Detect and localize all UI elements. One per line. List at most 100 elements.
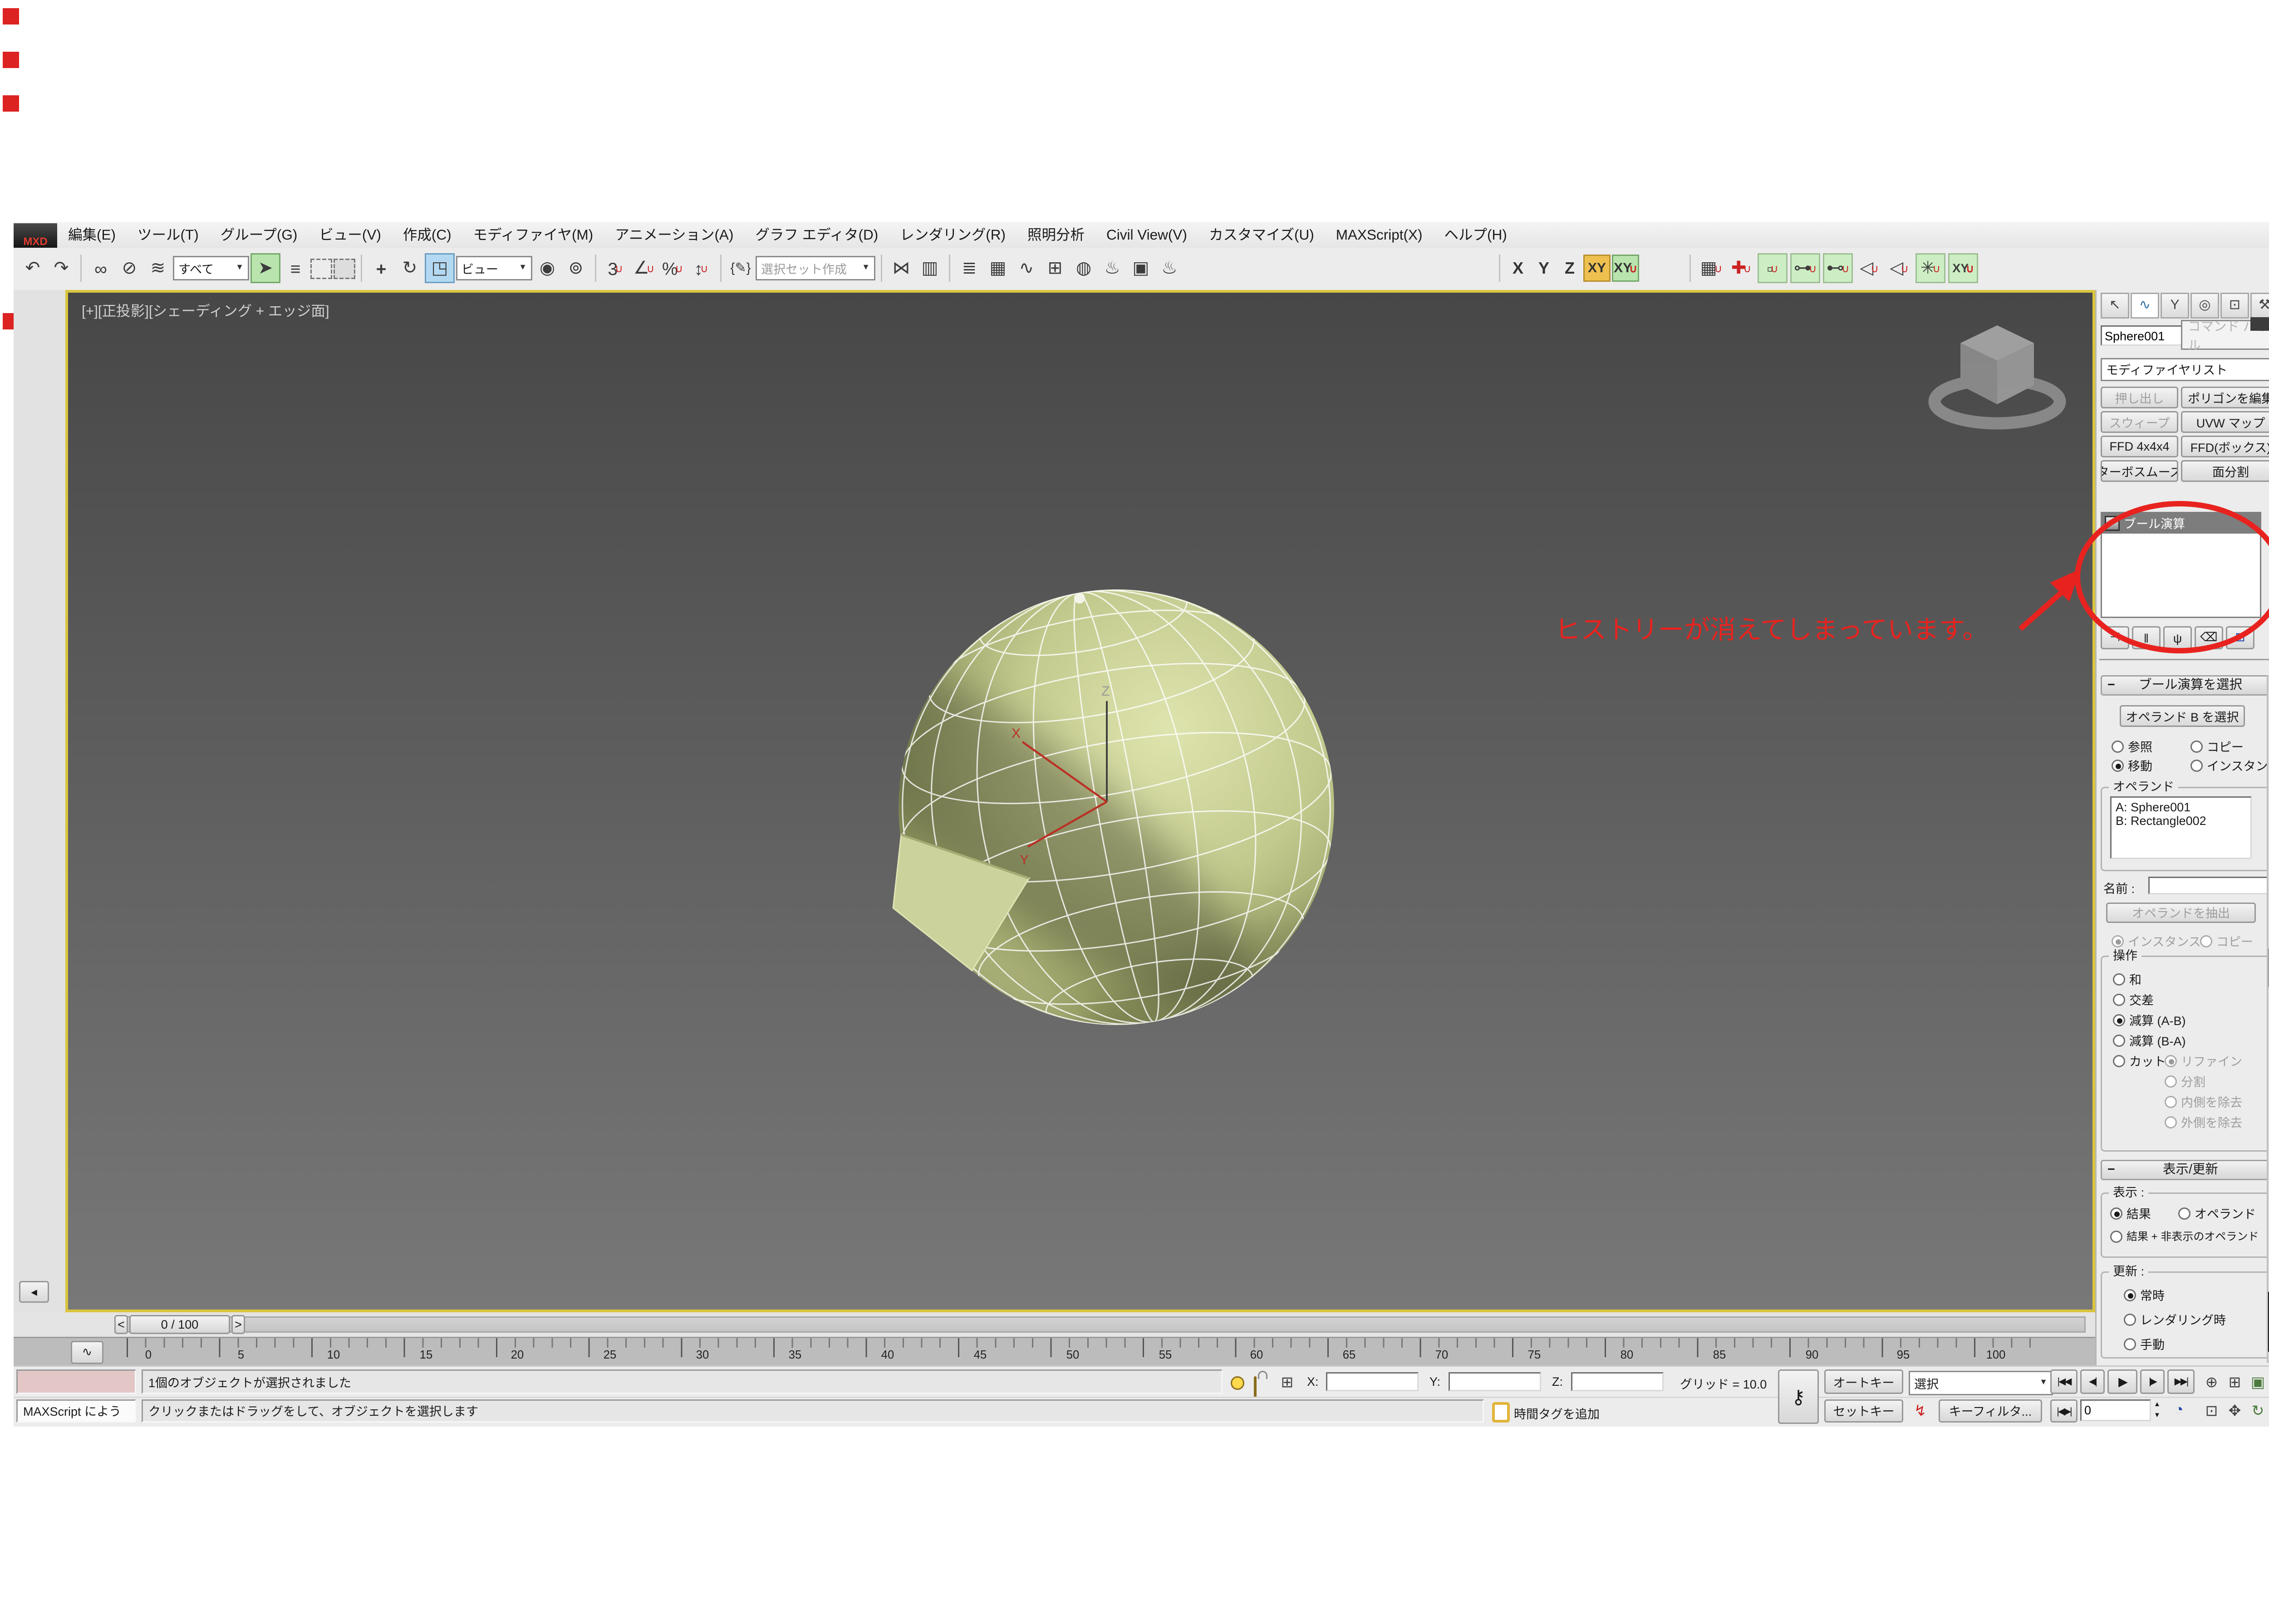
next-frame-arrow[interactable]: > — [231, 1315, 245, 1334]
operand-name-field[interactable] — [2148, 877, 2269, 894]
spinner-down-icon[interactable]: ▼ — [2151, 1410, 2163, 1421]
radio-intersection[interactable]: 交差 — [2113, 991, 2154, 1009]
select-and-manipulate-icon[interactable]: ⊚ — [562, 255, 589, 282]
menu-lighting-analysis[interactable]: 照明分析 — [1017, 225, 1095, 245]
coord-x-field[interactable] — [1326, 1372, 1419, 1391]
radio-remove-inside[interactable]: 内側を除去 — [2165, 1093, 2242, 1111]
axis-xy-plane-button[interactable]: XY — [1583, 255, 1611, 282]
menu-animation[interactable]: アニメーション(A) — [604, 225, 744, 245]
orbit-icon[interactable]: ↻ — [2246, 1399, 2269, 1421]
time-slider-track[interactable] — [114, 1316, 2086, 1333]
modifier-button-edit-poly[interactable]: ポリゴンを編集 — [2181, 387, 2269, 408]
modifier-button-turbosmooth[interactable]: ターボスムーズ — [2101, 460, 2178, 482]
render-production-icon[interactable]: ♨ — [1156, 255, 1183, 282]
select-and-rotate-icon[interactable]: ↻ — [396, 255, 423, 282]
select-and-move-icon[interactable]: + — [368, 255, 395, 282]
radio-reference[interactable]: 参照 — [2112, 738, 2152, 756]
tab-display-icon[interactable]: ⊡ — [2220, 293, 2249, 319]
radio-result[interactable]: 結果 — [2110, 1205, 2151, 1222]
radio-result-hidden[interactable]: 結果 + 非表示のオペランド — [2110, 1229, 2259, 1244]
zoom-region-icon[interactable]: ⊡ — [2200, 1399, 2223, 1421]
edge-snap-icon[interactable]: ⊶∪ — [1790, 253, 1820, 283]
radio-instance[interactable]: インスタンス — [2190, 757, 2269, 775]
zoom-all-icon[interactable]: ⊞ — [2223, 1371, 2246, 1393]
previous-frame-arrow[interactable]: < — [114, 1315, 128, 1334]
next-frame-button[interactable]: |▶ — [2140, 1369, 2165, 1394]
rollout-pick-boolean[interactable]: − ブール演算を選択 — [2101, 675, 2269, 696]
rendered-frame-window-icon[interactable]: ▣ — [1127, 255, 1154, 282]
previous-frame-button[interactable]: ◀| — [2080, 1369, 2105, 1394]
menu-customize[interactable]: カスタマイズ(U) — [1198, 225, 1325, 245]
select-object-icon[interactable]: ➤ — [250, 253, 280, 283]
layer-manager-icon[interactable]: ≣ — [956, 255, 983, 282]
isolate-selection-icon[interactable] — [1231, 1376, 1244, 1390]
tab-utilities-icon[interactable]: ⚒ — [2250, 293, 2269, 319]
axis-xy-snap-button[interactable]: XY∪ — [1612, 255, 1639, 282]
radio-always[interactable]: 常時 — [2124, 1286, 2165, 1304]
rollout-display-update[interactable]: − 表示/更新 — [2101, 1160, 2269, 1180]
axis-x-button[interactable]: X — [1506, 256, 1530, 280]
modifier-button-ffd-box[interactable]: FFD(ボックス) — [2181, 436, 2269, 457]
current-frame-field[interactable] — [2080, 1399, 2151, 1421]
set-key-button[interactable]: セットキー — [1824, 1399, 1903, 1423]
menu-graph-editors[interactable]: グラフ エディタ(D) — [744, 225, 889, 245]
pivot-snap-icon[interactable]: ✚∪ — [1728, 255, 1755, 282]
reference-coordinate-dropdown[interactable]: ビュー▼ — [456, 256, 532, 280]
menu-tools[interactable]: ツール(T) — [127, 225, 210, 245]
menu-maxscript[interactable]: MAXScript(X) — [1325, 227, 1434, 243]
axis-y-button[interactable]: Y — [1532, 256, 1556, 280]
bind-to-spacewarp-icon[interactable]: ≋ — [144, 255, 172, 282]
extract-operand-button[interactable]: オペランドを抽出 — [2106, 903, 2256, 923]
menu-help[interactable]: ヘルプ(H) — [1434, 225, 1518, 245]
app-logo-button[interactable]: MXD — [14, 223, 57, 247]
time-slider-thumb[interactable]: 0 / 100 — [129, 1315, 230, 1334]
stack-item-boolean[interactable]: ブール演算 — [2102, 513, 2260, 534]
coord-y-field[interactable] — [1449, 1372, 1541, 1391]
select-by-name-icon[interactable]: ≡ — [282, 255, 309, 282]
remove-modifier-icon[interactable]: ⌫ — [2195, 626, 2223, 649]
zoom-icon[interactable]: ⊕ — [2200, 1371, 2223, 1393]
radio-cut[interactable]: カット — [2113, 1052, 2166, 1070]
unlink-selection-icon[interactable]: ⊘ — [116, 255, 143, 282]
operand-a-item[interactable]: A: Sphere001 — [2116, 800, 2246, 814]
curve-editor-icon[interactable]: ∿ — [1013, 255, 1040, 282]
tab-motion-icon[interactable]: ◎ — [2190, 293, 2219, 319]
track-toggle-button[interactable]: ◂ — [19, 1281, 49, 1303]
menu-views[interactable]: ビュー(V) — [308, 225, 392, 245]
key-mode-toggle-button[interactable]: |◀▶| — [2050, 1399, 2077, 1423]
selection-filter-dropdown[interactable]: すべて▼ — [173, 256, 249, 280]
redo-icon[interactable]: ↷ — [48, 255, 75, 282]
percent-snap-icon[interactable]: %∪ — [659, 255, 686, 282]
object-name-field[interactable] — [2101, 325, 2182, 346]
select-and-link-icon[interactable]: ∞ — [87, 255, 114, 282]
track-bar[interactable]: ∿ 0 5 10 15 20 25 30 35 40 45 50 55 60 6… — [14, 1337, 2095, 1367]
radio-split[interactable]: 分割 — [2165, 1073, 2205, 1090]
axis-z-button[interactable]: Z — [1557, 256, 1582, 280]
pin-stack-icon[interactable]: ⊣ — [2101, 626, 2129, 649]
radio-remove-outside[interactable]: 外側を除去 — [2165, 1114, 2242, 1131]
midpoint-snap-icon[interactable]: ⊷∪ — [1823, 253, 1853, 283]
modifier-button-extrude[interactable]: 押し出し — [2101, 387, 2178, 408]
tab-modify-icon[interactable]: ∿ — [2131, 293, 2159, 319]
radio-subtraction-ab[interactable]: 減算 (A-B) — [2113, 1011, 2186, 1029]
tab-create-icon[interactable]: ↖ — [2101, 293, 2129, 319]
face-center-snap-icon[interactable]: ◁∪ — [1886, 255, 1913, 282]
vertex-snap-icon[interactable]: ▫∪ — [1758, 253, 1788, 283]
radio-extract-copy[interactable]: コピー — [2200, 932, 2253, 950]
modifier-stack[interactable]: ブール演算 — [2101, 512, 2261, 618]
use-pivot-center-icon[interactable]: ◉ — [534, 255, 561, 282]
align-icon[interactable]: ▥ — [916, 255, 943, 282]
face-snap-icon[interactable]: ◁∪ — [1856, 255, 1883, 282]
select-and-scale-icon[interactable]: ◳ — [425, 253, 455, 283]
ribbon-toggle-icon[interactable]: ▦ — [984, 255, 1012, 282]
menu-create[interactable]: 作成(C) — [392, 225, 462, 245]
spinner-up-icon[interactable]: ▲ — [2151, 1399, 2163, 1410]
make-unique-icon[interactable]: ψ — [2163, 626, 2192, 649]
show-end-result-icon[interactable]: ‖ — [2132, 626, 2161, 649]
pan-view-icon[interactable]: ✥ — [2223, 1399, 2246, 1421]
auto-key-button[interactable]: オートキー — [1824, 1369, 1903, 1394]
coord-z-field[interactable] — [1571, 1372, 1664, 1391]
zoom-extents-icon[interactable]: ▣ — [2246, 1371, 2269, 1393]
menu-civil-view[interactable]: Civil View(V) — [1095, 227, 1198, 243]
key-curve-icon[interactable]: ↯ — [1909, 1399, 1932, 1421]
